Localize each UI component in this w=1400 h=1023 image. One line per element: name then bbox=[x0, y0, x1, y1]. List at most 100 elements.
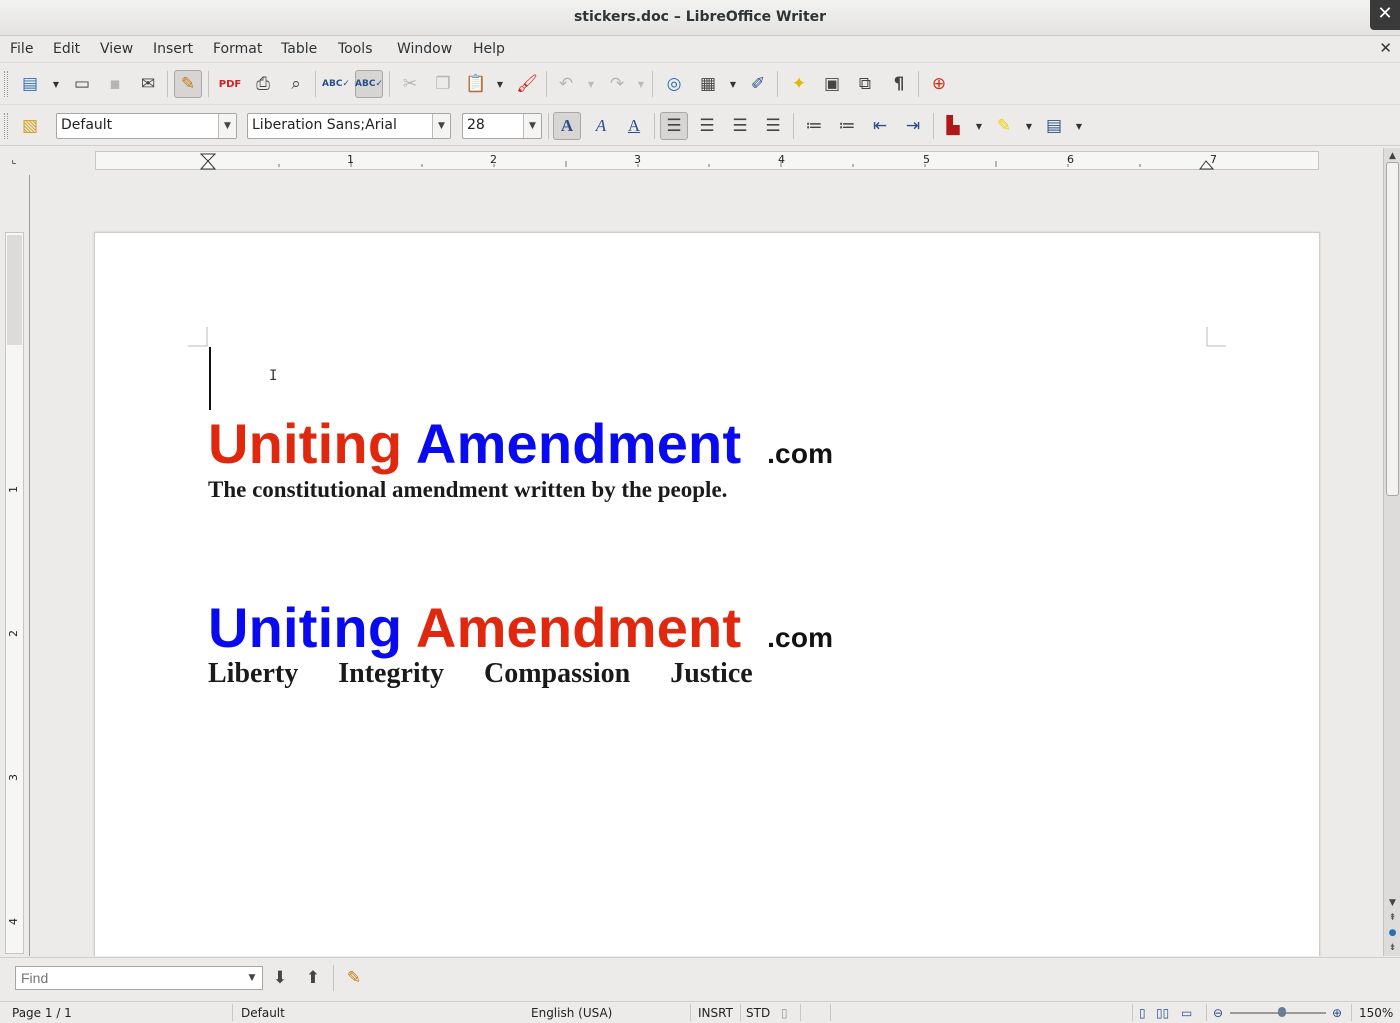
page-style-indicator[interactable]: Default bbox=[241, 1006, 285, 1020]
clone-formatting-icon[interactable]: 🖌 bbox=[513, 70, 541, 98]
toolbar-handle[interactable] bbox=[4, 113, 8, 139]
menu-insert[interactable]: Insert bbox=[153, 41, 193, 57]
find-input[interactable] bbox=[15, 966, 263, 990]
font-color-dropdown-icon[interactable]: ▼ bbox=[974, 112, 984, 140]
menu-format[interactable]: Format bbox=[213, 41, 262, 57]
numbering-icon[interactable]: ≔ bbox=[800, 112, 828, 140]
book-view-icon[interactable]: ▭ bbox=[1181, 1006, 1192, 1020]
page-indicator[interactable]: Page 1 / 1 bbox=[12, 1006, 72, 1020]
copy-icon[interactable]: ❐ bbox=[429, 70, 457, 98]
align-right-icon[interactable]: ☰ bbox=[726, 112, 754, 140]
redo-icon[interactable]: ↷ bbox=[603, 70, 631, 98]
edit-mode-icon[interactable]: ✎ bbox=[174, 70, 202, 98]
table-icon[interactable]: ▦ bbox=[694, 70, 722, 98]
spellcheck-icon[interactable]: ABC✓ bbox=[322, 70, 350, 98]
bullets-icon[interactable]: ≔ bbox=[833, 112, 861, 140]
gallery-icon[interactable]: ▣ bbox=[818, 70, 846, 98]
formatting-marks-icon[interactable]: ¶ bbox=[885, 70, 913, 98]
find-previous-icon[interactable]: ⬆ bbox=[299, 964, 327, 992]
help-icon[interactable]: ⊕ bbox=[925, 70, 953, 98]
undo-icon[interactable]: ↶ bbox=[552, 70, 580, 98]
vertical-ruler[interactable]: 1 2 3 4 bbox=[5, 232, 24, 954]
font-color-icon[interactable]: ▙ bbox=[939, 112, 967, 140]
multi-page-view-icon[interactable]: ▯▯ bbox=[1156, 1006, 1169, 1020]
chevron-down-icon[interactable]: ▼ bbox=[432, 114, 450, 138]
document-area[interactable]: I Uniting Amendment .com The constitutio… bbox=[29, 175, 1383, 956]
menu-window[interactable]: Window bbox=[397, 41, 452, 57]
redo-dropdown-icon[interactable]: ▼ bbox=[636, 70, 646, 98]
underline-icon[interactable]: A bbox=[620, 112, 648, 140]
background-color-dropdown-icon[interactable]: ▼ bbox=[1074, 112, 1084, 140]
new-document-icon[interactable]: ▤ bbox=[16, 70, 44, 98]
toolbar-handle[interactable] bbox=[4, 71, 8, 97]
highlighting-dropdown-icon[interactable]: ▼ bbox=[1024, 112, 1034, 140]
increase-indent-icon[interactable]: ⇥ bbox=[899, 112, 927, 140]
new-dropdown-icon[interactable]: ▼ bbox=[51, 70, 61, 98]
scroll-up-icon[interactable]: ▲ bbox=[1386, 149, 1399, 162]
styles-formatting-icon[interactable]: ▧ bbox=[16, 112, 44, 140]
align-center-icon[interactable]: ☰ bbox=[693, 112, 721, 140]
selection-mode-indicator[interactable]: STD bbox=[746, 1006, 770, 1020]
decrease-indent-icon[interactable]: ⇤ bbox=[866, 112, 894, 140]
paragraph-style-select[interactable]: Default ▼ bbox=[56, 113, 237, 139]
zoom-in-icon[interactable]: ⊕ bbox=[1332, 1006, 1342, 1020]
email-icon[interactable]: ✉ bbox=[134, 70, 162, 98]
menu-view[interactable]: View bbox=[100, 41, 133, 57]
values-line[interactable]: Liberty Integrity Compassion Justice bbox=[208, 658, 786, 690]
close-document-icon[interactable]: ✕ bbox=[1379, 39, 1392, 57]
chevron-down-icon[interactable]: ▼ bbox=[523, 114, 541, 138]
table-dropdown-icon[interactable]: ▼ bbox=[728, 70, 738, 98]
horizontal-ruler[interactable]: 1 2 3 4 5 6 7 bbox=[95, 151, 1319, 170]
menu-file[interactable]: File bbox=[10, 41, 33, 57]
single-page-view-icon[interactable]: ▯ bbox=[1139, 1006, 1146, 1020]
find-and-replace-icon[interactable]: ✎ bbox=[340, 964, 368, 992]
headline-2[interactable]: Uniting Amendment .com bbox=[208, 595, 833, 660]
menu-table[interactable]: Table bbox=[281, 41, 317, 57]
bold-icon[interactable]: A bbox=[553, 112, 581, 140]
menu-edit[interactable]: Edit bbox=[53, 41, 80, 57]
find-next-icon[interactable]: ⬇ bbox=[266, 964, 294, 992]
document-modified-icon[interactable]: ▯ bbox=[781, 1006, 788, 1020]
paste-icon[interactable]: 📋 bbox=[462, 70, 490, 98]
justify-icon[interactable]: ☰ bbox=[759, 112, 787, 140]
highlighting-icon[interactable]: ✎ bbox=[990, 112, 1018, 140]
show-draw-functions-icon[interactable]: ✐ bbox=[744, 70, 772, 98]
headline-1[interactable]: Uniting Amendment .com bbox=[208, 411, 833, 476]
tab-stop-selector[interactable]: ⌞ bbox=[4, 150, 24, 170]
print-preview-icon[interactable]: ⌕ bbox=[282, 70, 310, 98]
cut-icon[interactable]: ✂ bbox=[396, 70, 424, 98]
vertical-scrollbar[interactable]: ▲ ▼ ⇞ ● ⇟ bbox=[1383, 148, 1400, 956]
insert-mode-indicator[interactable]: INSRT bbox=[698, 1006, 733, 1020]
document-page[interactable]: I Uniting Amendment .com The constitutio… bbox=[94, 232, 1320, 956]
next-page-icon[interactable]: ⇟ bbox=[1386, 941, 1399, 954]
navigator-icon[interactable]: ✦ bbox=[785, 70, 813, 98]
zoom-level[interactable]: 150% bbox=[1359, 1006, 1393, 1020]
data-sources-icon[interactable]: ⧉ bbox=[851, 70, 879, 98]
menu-tools[interactable]: Tools bbox=[338, 41, 373, 57]
window-close-button[interactable]: ✕ bbox=[1370, 0, 1400, 30]
font-name-select[interactable]: Liberation Sans;Arial ▼ bbox=[247, 113, 451, 139]
language-indicator[interactable]: English (USA) bbox=[531, 1006, 612, 1020]
scrollbar-thumb[interactable] bbox=[1386, 162, 1399, 496]
italic-icon[interactable]: A bbox=[587, 112, 615, 140]
paste-dropdown-icon[interactable]: ▼ bbox=[495, 70, 505, 98]
print-icon[interactable]: ⎙ bbox=[249, 70, 277, 98]
previous-page-icon[interactable]: ⇞ bbox=[1386, 911, 1399, 924]
export-pdf-icon[interactable]: PDF bbox=[216, 70, 244, 98]
hyperlink-icon[interactable]: ◎ bbox=[660, 70, 688, 98]
save-icon[interactable]: ▪ bbox=[101, 70, 129, 98]
chevron-down-icon[interactable]: ▼ bbox=[218, 114, 236, 138]
navigation-icon[interactable]: ● bbox=[1386, 926, 1399, 939]
scroll-down-icon[interactable]: ▼ bbox=[1386, 896, 1399, 909]
menu-help[interactable]: Help bbox=[473, 41, 505, 57]
tagline[interactable]: The constitutional amendment written by … bbox=[208, 477, 727, 503]
zoom-out-icon[interactable]: ⊖ bbox=[1213, 1006, 1223, 1020]
background-color-icon[interactable]: ▤ bbox=[1040, 112, 1068, 140]
find-history-dropdown-icon[interactable]: ▼ bbox=[243, 964, 261, 992]
autospellcheck-icon[interactable]: ABC✓ bbox=[355, 70, 383, 98]
zoom-slider-handle[interactable] bbox=[1278, 1007, 1286, 1017]
font-size-select[interactable]: 28 ▼ bbox=[462, 113, 542, 139]
align-left-icon[interactable]: ☰ bbox=[660, 112, 688, 140]
open-icon[interactable]: ▭ bbox=[68, 70, 96, 98]
undo-dropdown-icon[interactable]: ▼ bbox=[586, 70, 596, 98]
